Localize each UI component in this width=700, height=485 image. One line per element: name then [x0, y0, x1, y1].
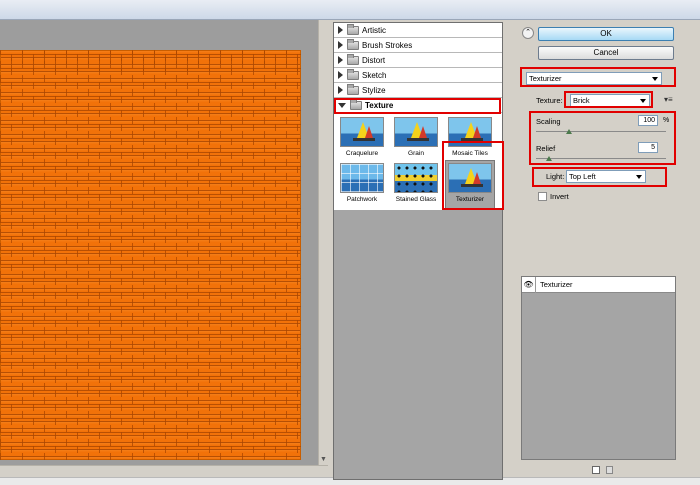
expand-triangle-icon[interactable]: [338, 56, 343, 64]
texture-label: Texture:: [536, 96, 563, 105]
category-sketch[interactable]: Sketch: [334, 68, 502, 83]
folder-icon: [347, 23, 359, 35]
category-label: Distort: [362, 55, 386, 65]
scroll-down-arrow-icon[interactable]: ▼: [320, 456, 327, 463]
effect-layers-panel: 👁 Texturizer: [521, 276, 676, 460]
layer-row[interactable]: 👁 Texturizer: [522, 276, 675, 293]
light-select-value: Top Left: [569, 172, 596, 181]
delete-layer-icon[interactable]: [606, 466, 613, 474]
layer-name: Texturizer: [540, 280, 573, 289]
thumb-label: Grain: [408, 150, 424, 157]
scaling-slider[interactable]: [536, 129, 666, 134]
category-label: Artistic: [362, 25, 386, 35]
preview-horizontal-scrollbar[interactable]: [0, 465, 328, 477]
cancel-button[interactable]: Cancel: [538, 46, 674, 60]
invert-label: Invert: [550, 192, 569, 201]
filter-thumb-texturizer[interactable]: Texturizer: [445, 160, 495, 210]
folder-icon: [347, 53, 359, 65]
category-distort[interactable]: Distort: [334, 53, 502, 68]
thumb-label: Craquelure: [345, 150, 379, 157]
preview-pane[interactable]: [0, 20, 318, 465]
thumbnail-image: [340, 117, 384, 147]
light-label: Light:: [546, 172, 565, 181]
folder-icon: [350, 98, 362, 110]
folder-icon: [347, 38, 359, 50]
thumbnail-image: [394, 117, 438, 147]
scaling-field[interactable]: 100: [638, 115, 658, 126]
scaling-unit: %: [663, 117, 670, 124]
expand-triangle-icon[interactable]: [338, 41, 343, 49]
texture-thumbnails: Craquelure Grain Mosaic Tiles Patchwork …: [334, 113, 502, 210]
light-select[interactable]: Top Left: [566, 170, 646, 183]
relief-slider-knob[interactable]: [546, 156, 552, 161]
relief-label: Relief: [536, 144, 556, 153]
eye-icon[interactable]: 👁: [522, 276, 536, 293]
filter-thumb-patchwork[interactable]: Patchwork: [337, 163, 387, 203]
thumbnail-image: [394, 163, 438, 193]
category-label: Texture: [365, 100, 394, 110]
invert-checkbox[interactable]: [538, 192, 547, 201]
brick-texture-preview: [0, 50, 301, 460]
filter-controls: ⌃ OK Cancel Texturizer Texture: Brick ▾≡…: [516, 22, 700, 262]
filter-select-value: Texturizer: [529, 74, 562, 83]
thumb-label: Patchwork: [346, 196, 378, 203]
thumbnail-image: [448, 117, 492, 147]
category-label: Brush Strokes: [362, 40, 413, 50]
thumb-label: Stained Glass: [395, 196, 437, 203]
category-artistic[interactable]: Artistic: [334, 23, 502, 38]
collapse-triangle-icon[interactable]: [338, 102, 346, 108]
filter-thumb-stained-glass[interactable]: Stained Glass: [391, 163, 441, 203]
panel-menu-icon[interactable]: ▾≡: [664, 95, 673, 104]
category-brush-strokes[interactable]: Brush Strokes: [334, 38, 502, 53]
category-texture[interactable]: Texture: [334, 98, 502, 113]
expand-triangle-icon[interactable]: [338, 26, 343, 34]
ok-button[interactable]: OK: [538, 27, 674, 41]
category-label: Stylize: [362, 85, 386, 95]
thumbnail-image: [340, 163, 384, 193]
filter-gallery: Artistic Brush Strokes Distort Sketch St…: [333, 22, 503, 480]
brick-joints-even: [0, 50, 301, 460]
collapse-icon[interactable]: ⌃: [522, 27, 534, 39]
relief-slider[interactable]: [536, 156, 666, 161]
new-layer-icon[interactable]: [592, 466, 600, 474]
filter-thumb-craquelure[interactable]: Craquelure: [337, 117, 387, 157]
preview-vertical-scrollbar[interactable]: ▼: [318, 20, 328, 465]
scaling-slider-knob[interactable]: [565, 129, 572, 134]
chevron-down-icon: [652, 77, 658, 81]
thumbnail-image: [448, 163, 492, 193]
folder-icon: [347, 83, 359, 95]
category-stylize[interactable]: Stylize: [334, 83, 502, 98]
category-label: Sketch: [362, 70, 387, 80]
chevron-down-icon: [636, 175, 642, 179]
texture-select-value: Brick: [573, 96, 590, 105]
filter-thumb-mosaic-tiles[interactable]: Mosaic Tiles: [445, 117, 495, 157]
scaling-label: Scaling: [536, 117, 561, 126]
thumb-label: Texturizer: [455, 196, 485, 203]
relief-field[interactable]: 5: [638, 142, 658, 153]
filter-select[interactable]: Texturizer: [526, 72, 662, 85]
expand-triangle-icon[interactable]: [338, 71, 343, 79]
texture-select[interactable]: Brick: [570, 94, 650, 107]
thumb-label: Mosaic Tiles: [452, 150, 488, 157]
window-titlebar: [0, 0, 700, 20]
expand-triangle-icon[interactable]: [338, 86, 343, 94]
chevron-down-icon: [640, 99, 646, 103]
filter-thumb-grain[interactable]: Grain: [391, 117, 441, 157]
folder-icon: [347, 68, 359, 80]
